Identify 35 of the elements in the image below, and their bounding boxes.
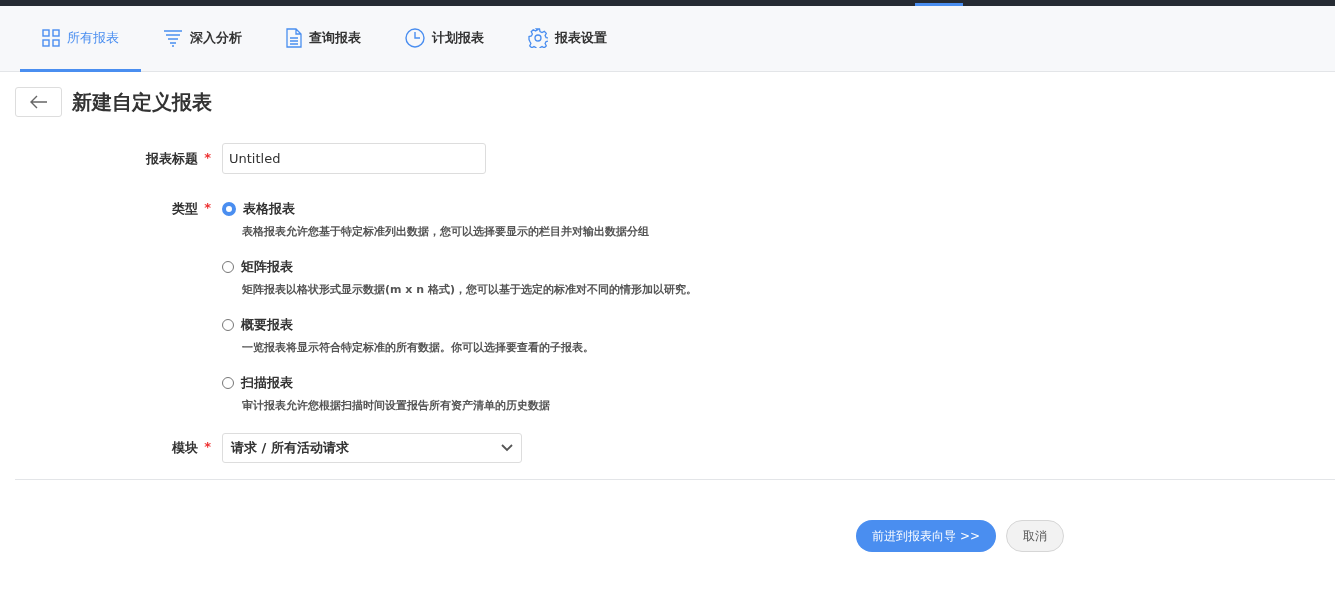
radio-button[interactable] [222,319,234,331]
option-label[interactable]: 扫描报表 [241,374,293,392]
title-input[interactable]: Untitled [222,143,486,174]
cancel-button[interactable]: 取消 [1006,520,1064,552]
page-title: 新建自定义报表 [72,88,212,116]
field-label: 报表标题 [146,149,199,168]
radio-button[interactable] [222,377,234,389]
module-dropdown[interactable]: 请求 / 所有活动请求 [222,433,522,463]
required-mark: * [204,200,211,217]
back-button[interactable] [15,87,62,117]
settings-icon [528,27,548,48]
option-label[interactable]: 表格报表 [243,200,295,218]
clock-icon [405,27,425,48]
option-label[interactable]: 概要报表 [241,316,293,334]
radio-button[interactable] [222,202,236,216]
option-description: 矩阵报表以格状形式显示数据(m x n 格式)，您可以基于选定的标准对不同的情形加以研究。 [242,282,697,297]
filter-lines-icon [163,28,183,47]
required-mark: * [204,439,211,456]
tab[interactable]: 报表设置 [506,6,629,72]
document-icon [286,27,302,48]
option-label[interactable]: 矩阵报表 [241,258,293,276]
radio-button[interactable] [222,261,234,273]
highlight-bar [915,3,963,6]
field-label: 类型 [172,200,199,218]
required-mark: * [204,149,211,167]
tab[interactable]: 深入分析 [141,6,264,72]
chevron-down-icon [501,444,513,452]
tab[interactable]: 计划报表 [383,6,506,72]
option-description: 一览报表将显示符合特定标准的所有数据。你可以选择要查看的子报表。 [242,340,595,355]
option-description: 表格报表允许您基于特定标准列出数据，您可以选择要显示的栏目并对输出数据分组 [242,224,650,239]
grid-icon [42,28,60,47]
tab[interactable]: 查询报表 [264,6,383,72]
option-description: 审计报表允许您根据扫描时间设置报告所有资产清单的历史数据 [242,398,551,413]
field-label: 模块 [172,439,199,457]
back-arrow-icon [29,95,48,109]
